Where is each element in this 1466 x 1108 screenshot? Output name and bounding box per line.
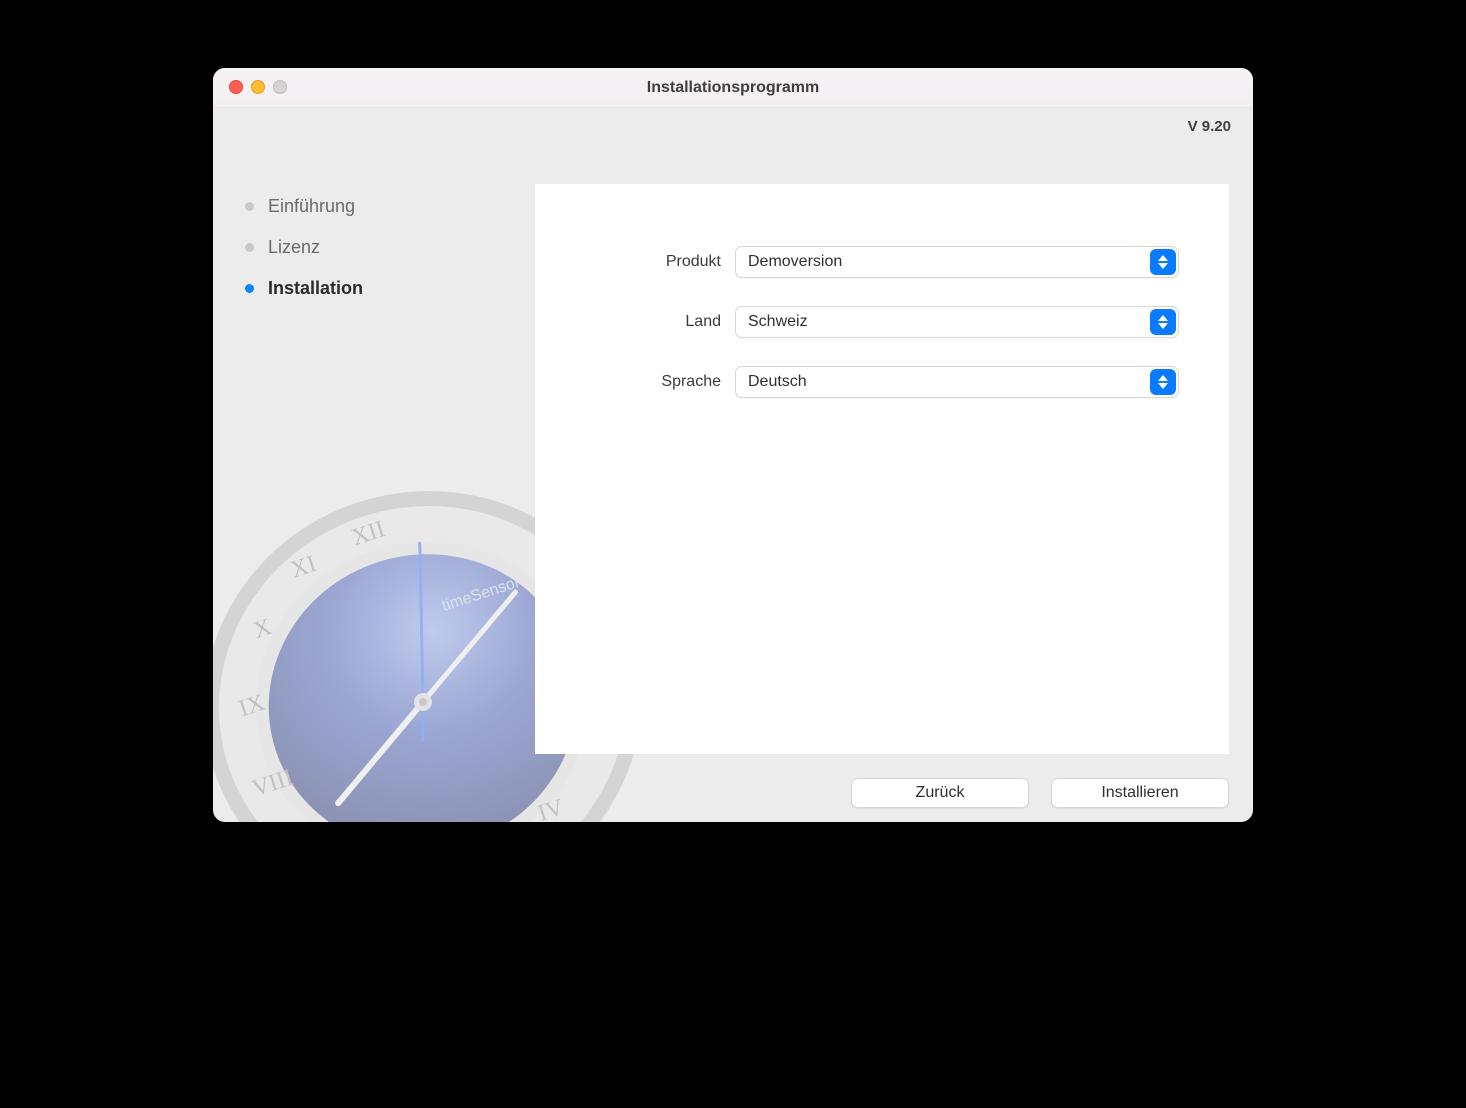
zoom-icon	[273, 80, 287, 94]
step-label: Einführung	[268, 196, 355, 217]
installer-window: Installationsprogramm V 9.20 X	[213, 68, 1253, 822]
version-label: V 9.20	[1188, 118, 1231, 135]
select-country[interactable]: Schweiz	[735, 306, 1179, 338]
svg-text:XII: XII	[348, 516, 388, 551]
step-label: Installation	[268, 278, 363, 299]
install-button[interactable]: Installieren	[1051, 778, 1229, 808]
step-installation: Installation	[245, 278, 363, 299]
form-panel: Produkt Demoversion Land Schweiz	[535, 184, 1229, 754]
chevron-up-down-icon	[1150, 309, 1176, 335]
chevron-up-down-icon	[1150, 369, 1176, 395]
select-country-value: Schweiz	[748, 313, 808, 331]
row-country: Land Schweiz	[535, 306, 1229, 338]
content-area: XII XI X IX VIII VII VI V IV timeSensor	[213, 144, 1253, 822]
titlebar: Installationsprogramm	[213, 68, 1253, 108]
back-button[interactable]: Zurück	[851, 778, 1029, 808]
step-label: Lizenz	[268, 237, 320, 258]
select-product-value: Demoversion	[748, 253, 842, 271]
svg-text:X: X	[250, 614, 275, 644]
svg-text:timeSensor: timeSensor	[440, 574, 523, 615]
svg-text:IV: IV	[535, 794, 568, 822]
traffic-lights	[229, 80, 287, 94]
bullet-icon	[245, 202, 254, 211]
window-title: Installationsprogramm	[647, 79, 819, 97]
step-list: Einführung Lizenz Installation	[245, 196, 363, 299]
close-icon[interactable]	[229, 80, 243, 94]
select-language-value: Deutsch	[748, 373, 807, 391]
svg-text:IX: IX	[236, 690, 268, 723]
select-product[interactable]: Demoversion	[735, 246, 1179, 278]
svg-text:XI: XI	[287, 551, 319, 584]
row-language: Sprache Deutsch	[535, 366, 1229, 398]
row-product: Produkt Demoversion	[535, 246, 1229, 278]
label-product: Produkt	[535, 253, 735, 271]
step-einfuhrung: Einführung	[245, 196, 363, 217]
step-lizenz: Lizenz	[245, 237, 363, 258]
select-language[interactable]: Deutsch	[735, 366, 1179, 398]
bullet-icon	[245, 284, 254, 293]
footer-buttons: Zurück Installieren	[851, 778, 1229, 808]
svg-text:VIII: VIII	[249, 765, 296, 802]
label-language: Sprache	[535, 373, 735, 391]
label-country: Land	[535, 313, 735, 331]
version-row: V 9.20	[213, 108, 1253, 144]
bullet-icon	[245, 243, 254, 252]
chevron-up-down-icon	[1150, 249, 1176, 275]
minimize-icon[interactable]	[251, 80, 265, 94]
